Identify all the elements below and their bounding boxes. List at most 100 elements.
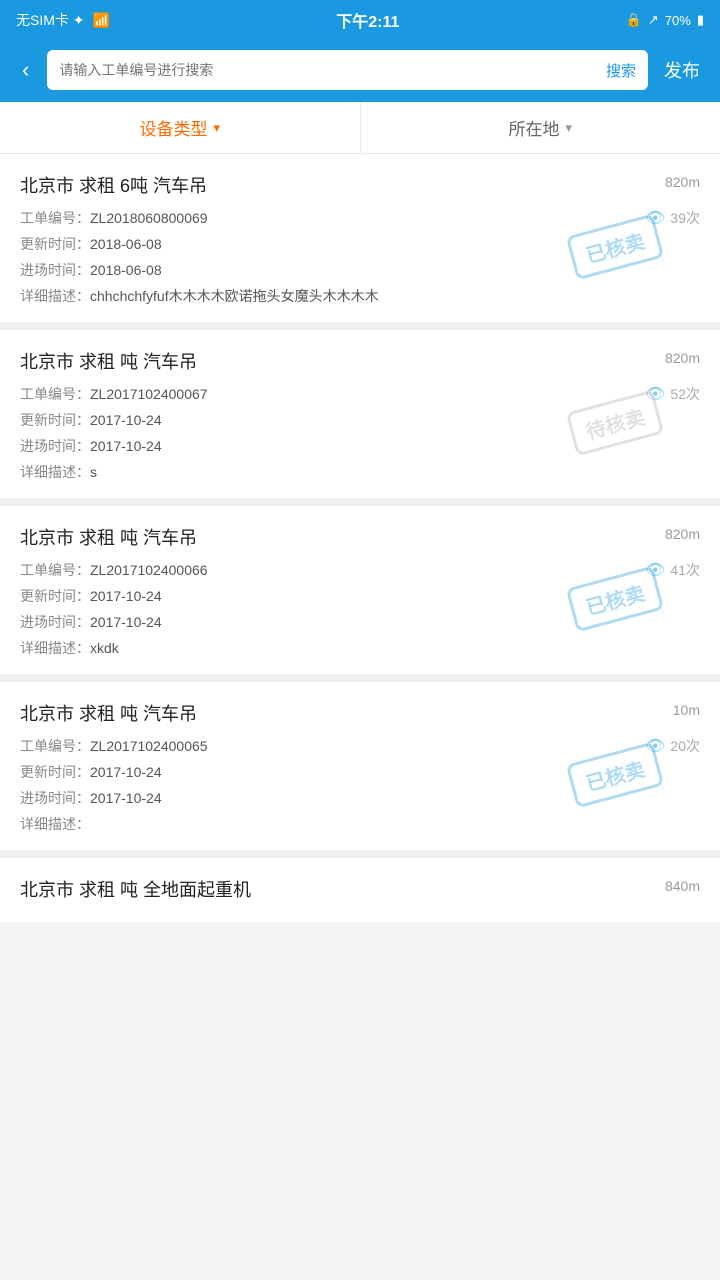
- description-label: 详细描述：: [20, 816, 90, 832]
- update-row: 更新时间：2018-06-08: [20, 234, 700, 254]
- filter-type[interactable]: 设备类型 ▾: [0, 102, 361, 153]
- item-header: 北京市 求租 吨 汽车吊 10m: [20, 700, 700, 726]
- item-title: 北京市 求租 吨 汽车吊: [20, 348, 197, 374]
- order-value: ZL2018060800069: [90, 210, 208, 226]
- battery-text: 70%: [665, 13, 691, 28]
- order-value: ZL2017102400067: [90, 386, 208, 402]
- entry-value: 2017-10-24: [90, 790, 162, 806]
- entry-label: 进场时间：2017-10-24: [20, 788, 162, 808]
- order-label: 工单编号：ZL2017102400065: [20, 736, 208, 756]
- update-row: 更新时间：2017-10-24: [20, 410, 700, 430]
- no-sim-text: 无SIM卡 ✦: [16, 10, 85, 30]
- views-text: 52次: [670, 384, 700, 404]
- description-row: 详细描述：chhchchfyfuf木木木木欧诺拖头女魔头木木木木: [20, 286, 700, 306]
- description-row: 详细描述：: [20, 814, 700, 834]
- item-distance: 820m: [665, 172, 700, 190]
- item-title: 北京市 求租 吨 全地面起重机: [20, 876, 251, 902]
- update-value: 2017-10-24: [90, 588, 162, 604]
- entry-value: 2017-10-24: [90, 614, 162, 630]
- eye-icon: 👁: [645, 384, 665, 404]
- description-label: 详细描述：xkdk: [20, 640, 119, 656]
- description-label: 详细描述：chhchchfyfuf木木木木欧诺拖头女魔头木木木木: [20, 288, 379, 304]
- entry-label: 进场时间：2018-06-08: [20, 260, 162, 280]
- status-right: 🔒 ↗ 70% ▮: [626, 12, 704, 28]
- description-value: s: [90, 464, 97, 480]
- item-title: 北京市 求租 吨 汽车吊: [20, 700, 197, 726]
- publish-button[interactable]: 发布: [658, 53, 706, 87]
- wifi-icon: 📶: [93, 12, 110, 29]
- back-button[interactable]: ‹: [14, 55, 37, 85]
- entry-row: 进场时间：2017-10-24: [20, 788, 700, 808]
- list-item[interactable]: 北京市 求租 吨 汽车吊 10m 工单编号：ZL2017102400065 👁 …: [0, 682, 720, 850]
- order-row: 工单编号：ZL2017102400065 👁 20次: [20, 736, 700, 756]
- eye-icon: 👁: [645, 736, 665, 756]
- order-value: ZL2017102400065: [90, 738, 208, 754]
- item-header: 北京市 求租 吨 汽车吊 820m: [20, 348, 700, 374]
- search-button[interactable]: 搜索: [594, 60, 648, 81]
- list-item[interactable]: 北京市 求租 吨 汽车吊 820m 工单编号：ZL2017102400067 👁…: [0, 330, 720, 498]
- filter-location[interactable]: 所在地 ▾: [361, 102, 720, 153]
- filter-bar: 设备类型 ▾ 所在地 ▾: [0, 102, 720, 154]
- update-label: 更新时间：2017-10-24: [20, 410, 162, 430]
- item-header: 北京市 求租 吨 全地面起重机 840m: [20, 876, 700, 902]
- order-label: 工单编号：ZL2017102400066: [20, 560, 208, 580]
- filter-type-label: 设备类型: [139, 115, 207, 140]
- list-item[interactable]: 北京市 求租 吨 汽车吊 820m 工单编号：ZL2017102400066 👁…: [0, 506, 720, 674]
- item-title: 北京市 求租 吨 汽车吊: [20, 524, 197, 550]
- entry-row: 进场时间：2017-10-24: [20, 436, 700, 456]
- lock-icon: 🔒: [626, 12, 642, 28]
- views-text: 39次: [670, 208, 700, 228]
- eye-icon: 👁: [645, 560, 665, 580]
- update-label: 更新时间：2017-10-24: [20, 586, 162, 606]
- item-distance: 820m: [665, 348, 700, 366]
- item-title: 北京市 求租 6吨 汽车吊: [20, 172, 207, 198]
- update-row: 更新时间：2017-10-24: [20, 762, 700, 782]
- item-header: 北京市 求租 吨 汽车吊 820m: [20, 524, 700, 550]
- battery-icon: ▮: [697, 12, 704, 28]
- time-display: 下午2:11: [336, 8, 399, 32]
- item-distance: 840m: [665, 876, 700, 894]
- eye-icon: 👁: [645, 208, 665, 228]
- update-value: 2017-10-24: [90, 764, 162, 780]
- item-distance: 820m: [665, 524, 700, 542]
- views-count: 👁 39次: [645, 208, 700, 228]
- search-input[interactable]: [47, 62, 594, 78]
- filter-location-chevron-icon: ▾: [565, 120, 572, 136]
- filter-type-chevron-icon: ▾: [213, 120, 220, 136]
- list-container: 北京市 求租 6吨 汽车吊 820m 工单编号：ZL2018060800069 …: [0, 154, 720, 922]
- update-label: 更新时间：2017-10-24: [20, 762, 162, 782]
- order-value: ZL2017102400066: [90, 562, 208, 578]
- description-label: 详细描述：s: [20, 464, 97, 480]
- views-text: 20次: [670, 736, 700, 756]
- update-label: 更新时间：2018-06-08: [20, 234, 162, 254]
- order-row: 工单编号：ZL2018060800069 👁 39次: [20, 208, 700, 228]
- location-icon: ↗: [648, 12, 659, 28]
- views-count: 👁 52次: [645, 384, 700, 404]
- update-row: 更新时间：2017-10-24: [20, 586, 700, 606]
- description-row: 详细描述：s: [20, 462, 700, 482]
- item-distance: 10m: [673, 700, 700, 718]
- update-value: 2017-10-24: [90, 412, 162, 428]
- status-left: 无SIM卡 ✦ 📶: [16, 10, 110, 30]
- list-item[interactable]: 北京市 求租 6吨 汽车吊 820m 工单编号：ZL2018060800069 …: [0, 154, 720, 322]
- views-count: 👁 41次: [645, 560, 700, 580]
- list-item[interactable]: 北京市 求租 吨 全地面起重机 840m: [0, 858, 720, 922]
- order-row: 工单编号：ZL2017102400066 👁 41次: [20, 560, 700, 580]
- status-bar: 无SIM卡 ✦ 📶 下午2:11 🔒 ↗ 70% ▮: [0, 0, 720, 40]
- views-count: 👁 20次: [645, 736, 700, 756]
- description-value: xkdk: [90, 640, 119, 656]
- order-label: 工单编号：ZL2017102400067: [20, 384, 208, 404]
- entry-value: 2018-06-08: [90, 262, 162, 278]
- entry-value: 2017-10-24: [90, 438, 162, 454]
- filter-location-label: 所在地: [508, 115, 559, 140]
- entry-label: 进场时间：2017-10-24: [20, 612, 162, 632]
- search-box: 搜索: [47, 50, 648, 90]
- header: ‹ 搜索 发布: [0, 40, 720, 102]
- views-text: 41次: [670, 560, 700, 580]
- description-value: chhchchfyfuf木木木木欧诺拖头女魔头木木木木: [90, 288, 379, 304]
- entry-label: 进场时间：2017-10-24: [20, 436, 162, 456]
- item-header: 北京市 求租 6吨 汽车吊 820m: [20, 172, 700, 198]
- description-row: 详细描述：xkdk: [20, 638, 700, 658]
- order-label: 工单编号：ZL2018060800069: [20, 208, 208, 228]
- entry-row: 进场时间：2017-10-24: [20, 612, 700, 632]
